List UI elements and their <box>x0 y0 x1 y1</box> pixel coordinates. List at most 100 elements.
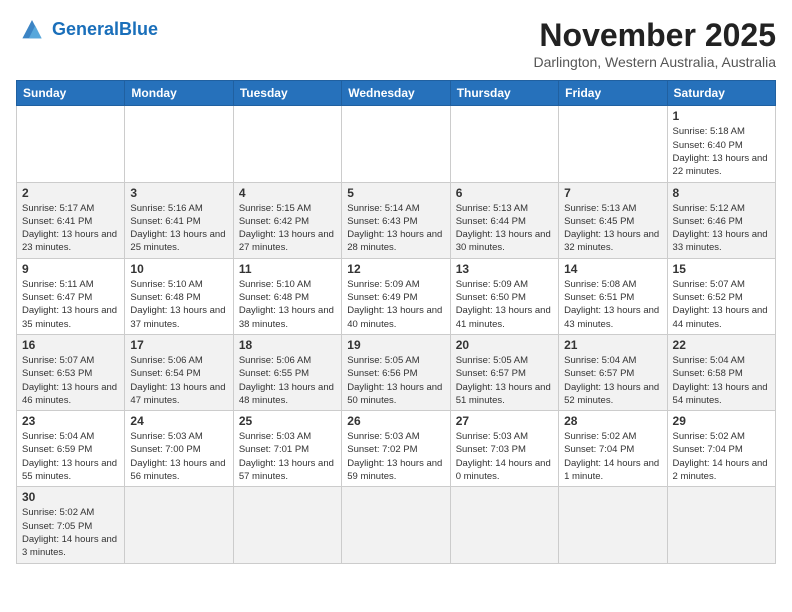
day-number: 25 <box>239 414 336 428</box>
day-number: 14 <box>564 262 661 276</box>
day-number: 10 <box>130 262 227 276</box>
page-header: GeneralBlue November 2025 Darlington, We… <box>16 16 776 70</box>
day-info: Sunrise: 5:17 AMSunset: 6:41 PMDaylight:… <box>22 202 119 255</box>
day-number: 3 <box>130 186 227 200</box>
calendar-cell: 8 Sunrise: 5:12 AMSunset: 6:46 PMDaylight… <box>667 182 775 258</box>
calendar-cell <box>342 106 450 182</box>
day-number: 16 <box>22 338 119 352</box>
day-number: 19 <box>347 338 444 352</box>
day-info: Sunrise: 5:03 AMSunset: 7:02 PMDaylight:… <box>347 430 444 483</box>
calendar-cell: 19Sunrise: 5:05 AMSunset: 6:56 PMDayligh… <box>342 334 450 410</box>
calendar-cell: 4Sunrise: 5:15 AMSunset: 6:42 PMDaylight… <box>233 182 341 258</box>
calendar-cell <box>559 106 667 182</box>
day-number: 21 <box>564 338 661 352</box>
calendar-cell: 29Sunrise: 5:02 AMSunset: 7:04 PMDayligh… <box>667 411 775 487</box>
day-info: Sunrise: 5:04 AMSunset: 6:59 PMDaylight:… <box>22 430 119 483</box>
weekday-header: Tuesday <box>233 81 341 106</box>
calendar-cell: 11Sunrise: 5:10 AMSunset: 6:48 PMDayligh… <box>233 258 341 334</box>
calendar-cell <box>125 487 233 563</box>
day-number: 2 <box>22 186 119 200</box>
calendar-cell: 18 Sunrise: 5:06 AMSunset: 6:55 PMDayligh… <box>233 334 341 410</box>
logo-text: GeneralBlue <box>52 20 158 40</box>
calendar-week-row: 30Sunrise: 5:02 AMSunset: 7:05 PMDayligh… <box>17 487 776 563</box>
weekday-header: Friday <box>559 81 667 106</box>
day-number: 5 <box>347 186 444 200</box>
day-info: Sunrise: 5:05 AMSunset: 6:57 PMDaylight:… <box>456 354 553 407</box>
calendar-cell: 27 Sunrise: 5:03 AMSunset: 7:03 PMDayligh… <box>450 411 558 487</box>
weekday-header: Wednesday <box>342 81 450 106</box>
day-info: Sunrise: 5:02 AMSunset: 7:05 PMDaylight:… <box>22 506 119 559</box>
weekday-header: Saturday <box>667 81 775 106</box>
day-info: Sunrise: 5:18 AMSunset: 6:40 PMDaylight:… <box>673 125 770 178</box>
calendar-week-row: 1Sunrise: 5:18 AMSunset: 6:40 PMDaylight… <box>17 106 776 182</box>
calendar-header: SundayMondayTuesdayWednesdayThursdayFrid… <box>17 81 776 106</box>
calendar-cell: 9Sunrise: 5:11 AMSunset: 6:47 PMDaylight… <box>17 258 125 334</box>
day-number: 13 <box>456 262 553 276</box>
calendar-week-row: 2 Sunrise: 5:17 AMSunset: 6:41 PMDaylight… <box>17 182 776 258</box>
title-block: November 2025 Darlington, Western Austra… <box>533 16 776 70</box>
day-info: Sunrise: 5:06 AMSunset: 6:54 PMDaylight:… <box>130 354 227 407</box>
location: Darlington, Western Australia, Australia <box>533 54 776 70</box>
calendar-cell: 2 Sunrise: 5:17 AMSunset: 6:41 PMDaylight… <box>17 182 125 258</box>
day-info: Sunrise: 5:09 AMSunset: 6:50 PMDaylight:… <box>456 278 553 331</box>
day-info: Sunrise: 5:09 AMSunset: 6:49 PMDaylight:… <box>347 278 444 331</box>
day-number: 29 <box>673 414 770 428</box>
calendar-cell <box>125 106 233 182</box>
day-info: Sunrise: 5:04 AMSunset: 6:58 PMDaylight:… <box>673 354 770 407</box>
calendar-cell: 13 Sunrise: 5:09 AMSunset: 6:50 PMDayligh… <box>450 258 558 334</box>
calendar-cell: 10 Sunrise: 5:10 AMSunset: 6:48 PMDayligh… <box>125 258 233 334</box>
day-info: Sunrise: 5:03 AMSunset: 7:03 PMDaylight:… <box>456 430 553 483</box>
calendar-cell <box>17 106 125 182</box>
calendar-cell: 26 Sunrise: 5:03 AMSunset: 7:02 PMDayligh… <box>342 411 450 487</box>
day-number: 18 <box>239 338 336 352</box>
weekday-row: SundayMondayTuesdayWednesdayThursdayFrid… <box>17 81 776 106</box>
weekday-header: Thursday <box>450 81 558 106</box>
day-number: 15 <box>673 262 770 276</box>
calendar-cell: 28Sunrise: 5:02 AMSunset: 7:04 PMDayligh… <box>559 411 667 487</box>
logo-icon <box>16 16 48 44</box>
day-number: 24 <box>130 414 227 428</box>
day-number: 23 <box>22 414 119 428</box>
logo: GeneralBlue <box>16 16 158 44</box>
calendar-cell <box>559 487 667 563</box>
calendar-cell: 16 Sunrise: 5:07 AMSunset: 6:53 PMDayligh… <box>17 334 125 410</box>
calendar-cell: 5 Sunrise: 5:14 AMSunset: 6:43 PMDaylight… <box>342 182 450 258</box>
day-number: 17 <box>130 338 227 352</box>
calendar-cell: 21 Sunrise: 5:04 AMSunset: 6:57 PMDayligh… <box>559 334 667 410</box>
calendar-cell: 1Sunrise: 5:18 AMSunset: 6:40 PMDaylight… <box>667 106 775 182</box>
calendar-cell <box>233 106 341 182</box>
day-number: 20 <box>456 338 553 352</box>
calendar-cell: 3 Sunrise: 5:16 AMSunset: 6:41 PMDaylight… <box>125 182 233 258</box>
day-number: 7 <box>564 186 661 200</box>
day-info: Sunrise: 5:06 AMSunset: 6:55 PMDaylight:… <box>239 354 336 407</box>
day-info: Sunrise: 5:07 AMSunset: 6:53 PMDaylight:… <box>22 354 119 407</box>
calendar-cell: 12 Sunrise: 5:09 AMSunset: 6:49 PMDayligh… <box>342 258 450 334</box>
day-info: Sunrise: 5:08 AMSunset: 6:51 PMDaylight:… <box>564 278 661 331</box>
day-info: Sunrise: 5:10 AMSunset: 6:48 PMDaylight:… <box>130 278 227 331</box>
day-info: Sunrise: 5:07 AMSunset: 6:52 PMDaylight:… <box>673 278 770 331</box>
day-number: 9 <box>22 262 119 276</box>
month-title: November 2025 <box>533 16 776 54</box>
day-number: 6 <box>456 186 553 200</box>
day-info: Sunrise: 5:02 AMSunset: 7:04 PMDaylight:… <box>564 430 661 483</box>
day-info: Sunrise: 5:16 AMSunset: 6:41 PMDaylight:… <box>130 202 227 255</box>
day-number: 12 <box>347 262 444 276</box>
calendar-cell <box>450 487 558 563</box>
day-info: Sunrise: 5:13 AMSunset: 6:45 PMDaylight:… <box>564 202 661 255</box>
calendar-cell: 20 Sunrise: 5:05 AMSunset: 6:57 PMDayligh… <box>450 334 558 410</box>
calendar-cell: 7 Sunrise: 5:13 AMSunset: 6:45 PMDaylight… <box>559 182 667 258</box>
calendar-body: 1Sunrise: 5:18 AMSunset: 6:40 PMDaylight… <box>17 106 776 563</box>
calendar-week-row: 23 Sunrise: 5:04 AMSunset: 6:59 PMDayligh… <box>17 411 776 487</box>
calendar-table: SundayMondayTuesdayWednesdayThursdayFrid… <box>16 80 776 563</box>
calendar-cell: 23 Sunrise: 5:04 AMSunset: 6:59 PMDayligh… <box>17 411 125 487</box>
day-number: 26 <box>347 414 444 428</box>
day-info: Sunrise: 5:14 AMSunset: 6:43 PMDaylight:… <box>347 202 444 255</box>
day-info: Sunrise: 5:12 AMSunset: 6:46 PMDaylight:… <box>673 202 770 255</box>
day-number: 27 <box>456 414 553 428</box>
calendar-week-row: 16 Sunrise: 5:07 AMSunset: 6:53 PMDayligh… <box>17 334 776 410</box>
day-number: 8 <box>673 186 770 200</box>
calendar-cell: 22Sunrise: 5:04 AMSunset: 6:58 PMDayligh… <box>667 334 775 410</box>
day-info: Sunrise: 5:04 AMSunset: 6:57 PMDaylight:… <box>564 354 661 407</box>
calendar-cell: 30Sunrise: 5:02 AMSunset: 7:05 PMDayligh… <box>17 487 125 563</box>
day-info: Sunrise: 5:13 AMSunset: 6:44 PMDaylight:… <box>456 202 553 255</box>
